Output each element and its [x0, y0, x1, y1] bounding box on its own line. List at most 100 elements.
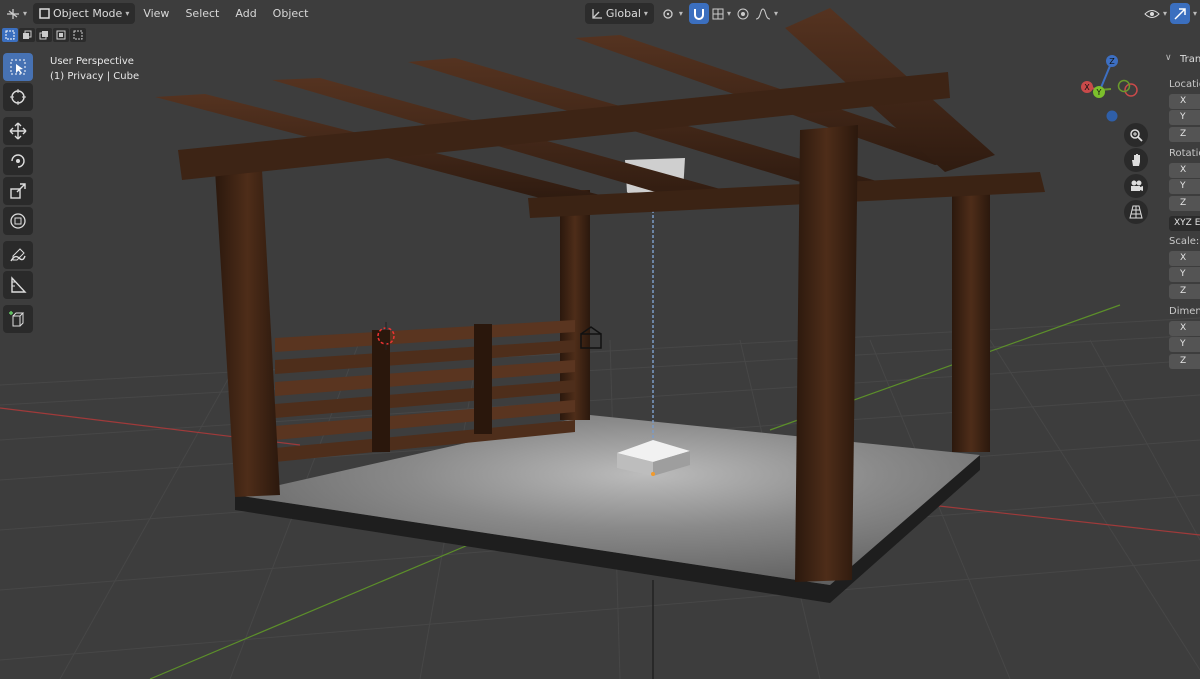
select-difference-button[interactable] [53, 28, 69, 42]
rotation-y-field[interactable]: Y [1169, 179, 1200, 194]
falloff-button[interactable]: ▾ [752, 3, 781, 24]
orientation-label: Global [605, 7, 641, 20]
mode-label: Object Mode [53, 7, 123, 20]
hand-icon [1132, 154, 1140, 166]
editor-grid-icon [7, 8, 19, 19]
perspective-toggle-button[interactable] [1124, 200, 1148, 224]
rotation-x-field[interactable]: X [1169, 163, 1200, 178]
rotation-label: Rotatio [1169, 148, 1200, 159]
location-z-field[interactable]: Z [1169, 127, 1200, 142]
rotation-z-field[interactable]: Z [1169, 196, 1200, 211]
snap-grid-icon [712, 8, 724, 19]
move-icon [9, 122, 27, 140]
gizmo-toggle[interactable] [1169, 3, 1190, 24]
chevron-down-icon: ▾ [1192, 9, 1197, 18]
camera-icon [1131, 180, 1143, 191]
z-axis-label: Z [1109, 57, 1115, 66]
eye-icon [1144, 9, 1160, 18]
menu-view[interactable]: View [135, 7, 177, 20]
chevron-down-icon: ∨ [1165, 53, 1172, 63]
magnet-icon [693, 8, 704, 20]
falloff-curve-icon [755, 7, 771, 19]
location-x-field[interactable]: X [1169, 94, 1200, 109]
move-tool[interactable] [3, 117, 33, 145]
dimensions-y-field[interactable]: Y [1169, 337, 1200, 352]
select-intersect-button[interactable] [70, 28, 86, 42]
measure-tool[interactable] [3, 271, 33, 299]
location-y-field[interactable]: Y [1169, 110, 1200, 125]
sidebar-transform-panel: ∨ Tran Locatio X Y Z Rotatio X Y Z XYZ E… [1162, 50, 1200, 380]
post-front-left [215, 170, 280, 497]
select-new-icon [5, 30, 15, 40]
rotation-mode-dropdown[interactable]: XYZ E [1169, 216, 1200, 231]
select-intersect-icon [73, 30, 83, 40]
rotate-tool[interactable] [3, 147, 33, 175]
chevron-down-icon: ▾ [23, 9, 28, 18]
y-axis-label: Y [1096, 88, 1102, 97]
chevron-down-icon: ▾ [678, 9, 683, 18]
visibility-button[interactable]: ▾ [1141, 3, 1170, 24]
collection-object-line: (1) Privacy | Cube [50, 71, 140, 82]
menu-object[interactable]: Object [265, 7, 317, 20]
orientation-dropdown[interactable]: Global ▾ [584, 3, 654, 24]
pivot-point-button[interactable]: ▾ [656, 3, 689, 24]
scale-x-field[interactable]: X [1169, 251, 1200, 266]
scale-tool[interactable] [3, 177, 33, 205]
mode-dropdown[interactable]: Object Mode ▾ [33, 3, 136, 24]
add-cube-tool[interactable] [3, 305, 33, 333]
cursor-icon [10, 89, 26, 105]
snap-toggle[interactable] [688, 3, 709, 24]
view-name: User Perspective [50, 56, 134, 67]
annotate-tool[interactable] [3, 241, 33, 269]
zoom-button[interactable] [1124, 123, 1148, 147]
dimensions-x-field[interactable]: X [1169, 321, 1200, 336]
select-box-icon [10, 59, 26, 75]
transform-tool[interactable] [3, 207, 33, 235]
proportional-edit-icon [737, 8, 749, 19]
rotate-icon [11, 154, 25, 168]
editor-type-button[interactable]: ▾ [0, 3, 33, 24]
navigation-gizmo[interactable]: Z X Y [1078, 52, 1148, 127]
viewport-info: User Perspective (1) Privacy | Cube [50, 54, 139, 84]
cursor-tool[interactable] [3, 83, 33, 111]
gizmo-options[interactable]: ▾ [1190, 3, 1200, 24]
post-front-right [795, 125, 858, 582]
object-mode-icon [39, 8, 50, 19]
select-box-tool[interactable] [3, 53, 33, 81]
location-label: Locatio [1169, 79, 1200, 90]
chevron-down-icon: ▾ [643, 9, 648, 18]
transform-orientation-icon [592, 8, 602, 19]
select-subtract-button[interactable] [36, 28, 52, 42]
x-axis-label: X [1084, 83, 1090, 92]
y-axis-line [149, 539, 481, 679]
panel-title[interactable]: Tran [1180, 54, 1200, 65]
select-mode-buttons [2, 28, 86, 44]
chevron-down-icon: ▾ [1162, 9, 1167, 18]
snap-target-button[interactable]: ▾ [709, 3, 734, 24]
dimensions-label: Dimens [1169, 306, 1200, 317]
select-extend-button[interactable] [19, 28, 35, 42]
pan-button[interactable] [1124, 148, 1148, 172]
annotate-pencil-icon [10, 248, 26, 262]
transform-icon [10, 213, 26, 229]
add-cube-icon [9, 311, 25, 327]
gizmo-icon [1174, 7, 1186, 20]
viewport-header: ▾ Object Mode ▾ View Select Add Object G… [0, 0, 1200, 27]
scale-icon [10, 183, 26, 199]
grid-perspective-icon [1129, 205, 1143, 219]
scale-label: Scale: [1169, 236, 1200, 247]
dimensions-z-field[interactable]: Z [1169, 354, 1200, 369]
proportional-edit-button[interactable] [734, 3, 752, 24]
scene-render [0, 8, 1200, 679]
select-subtract-icon [39, 31, 48, 40]
select-new-button[interactable] [2, 28, 18, 42]
camera-view-button[interactable] [1124, 174, 1148, 198]
scale-y-field[interactable]: Y [1169, 267, 1200, 282]
3d-viewport[interactable]: ▾ Object Mode ▾ View Select Add Object G… [0, 0, 1200, 679]
ruler-icon [11, 276, 27, 293]
select-extend-icon [23, 30, 32, 39]
menu-add[interactable]: Add [227, 7, 264, 20]
menu-select[interactable]: Select [177, 7, 227, 20]
post-back-right [952, 190, 990, 452]
scale-z-field[interactable]: Z [1169, 284, 1200, 299]
